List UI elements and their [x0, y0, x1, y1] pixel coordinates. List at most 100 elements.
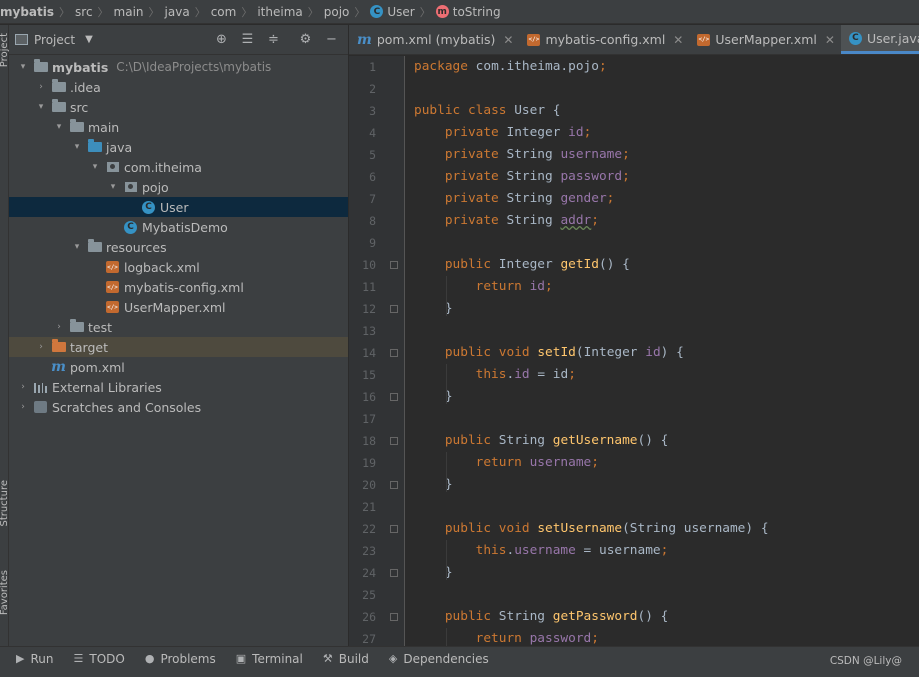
code-line[interactable]: private Integer id;: [414, 122, 919, 144]
close-icon[interactable]: ✕: [673, 33, 683, 47]
dependencies-tool-button[interactable]: ◈ Dependencies: [379, 647, 499, 671]
breadcrumb-item-mybatis[interactable]: mybatis: [0, 0, 54, 23]
fold-marker-icon[interactable]: [390, 349, 398, 357]
chevron-right-icon[interactable]: ›: [17, 402, 29, 412]
tree-item-resources[interactable]: ▾ resources: [9, 237, 348, 257]
tree-item-target[interactable]: › target: [9, 337, 348, 357]
close-icon[interactable]: ✕: [825, 33, 835, 47]
breadcrumb-item-com[interactable]: com: [211, 0, 237, 23]
fold-marker-icon[interactable]: [390, 437, 398, 445]
tree-item-logback[interactable]: </> logback.xml: [9, 257, 348, 277]
code-line[interactable]: public String getUsername() {: [414, 430, 919, 452]
chevron-right-icon[interactable]: ›: [35, 82, 47, 92]
code-line[interactable]: public void setUsername(String username)…: [414, 518, 919, 540]
gear-icon[interactable]: ⚙: [297, 31, 314, 48]
tree-item-scratches[interactable]: › Scratches and Consoles: [9, 397, 348, 417]
tab-pom-xml[interactable]: m pom.xml (mybatis) ✕: [349, 25, 519, 54]
code-line[interactable]: public void setId(Integer id) {: [414, 342, 919, 364]
fold-marker-icon[interactable]: [390, 305, 398, 313]
tree-item-pom[interactable]: m pom.xml: [9, 357, 348, 377]
tree-item-idea[interactable]: › .idea: [9, 77, 348, 97]
code-line[interactable]: [414, 320, 919, 342]
code-line[interactable]: this.username = username;: [414, 540, 919, 562]
code-line[interactable]: return password;: [414, 628, 919, 646]
code-line[interactable]: [414, 496, 919, 518]
tree-item-external-libraries[interactable]: › External Libraries: [9, 377, 348, 397]
hide-icon[interactable]: −: [323, 31, 340, 48]
code-area[interactable]: package com.itheima.pojo; public class Us…: [414, 56, 919, 646]
class-icon: C: [370, 5, 384, 18]
code-line[interactable]: }: [414, 386, 919, 408]
breadcrumb-item-tostring[interactable]: m toString: [435, 0, 501, 23]
build-tool-button[interactable]: ⚒ Build: [313, 647, 379, 671]
code-line[interactable]: private String addr;: [414, 210, 919, 232]
collapse-all-icon[interactable]: ≑: [265, 31, 282, 48]
code-line[interactable]: private String username;: [414, 144, 919, 166]
chevron-down-icon[interactable]: ▾: [71, 142, 83, 152]
xml-icon: </>: [105, 281, 120, 294]
breadcrumb-item-pojo[interactable]: pojo: [324, 0, 350, 23]
code-line[interactable]: private String gender;: [414, 188, 919, 210]
fold-marker-icon[interactable]: [390, 261, 398, 269]
tree-item-test[interactable]: › test: [9, 317, 348, 337]
tree-item-usermapper[interactable]: </> UserMapper.xml: [9, 297, 348, 317]
fold-marker-icon[interactable]: [390, 613, 398, 621]
chevron-right-icon[interactable]: ›: [17, 382, 29, 392]
code-line[interactable]: public class User {: [414, 100, 919, 122]
code-line[interactable]: return username;: [414, 452, 919, 474]
breadcrumb-item-user[interactable]: C User: [370, 0, 415, 23]
tree-item-java[interactable]: ▾ java: [9, 137, 348, 157]
tree-item-main[interactable]: ▾ main: [9, 117, 348, 137]
code-line[interactable]: [414, 584, 919, 606]
breadcrumb-item-main[interactable]: main: [114, 0, 144, 23]
chevron-down-icon[interactable]: ▾: [89, 162, 101, 172]
chevron-down-icon[interactable]: ▾: [53, 122, 65, 132]
tab-mybatis-config[interactable]: </> mybatis-config.xml ✕: [519, 25, 689, 54]
run-tool-button[interactable]: ▶ Run: [0, 647, 63, 671]
tree-item-src[interactable]: ▾ src: [9, 97, 348, 117]
code-editor[interactable]: 1 2 3 4 5 6 7 8 9 10 11 12 13 14 15 16 17 18 19 20 21 22 23 24 2…: [349, 56, 919, 646]
todo-tool-button[interactable]: ☰ TODO: [63, 647, 134, 671]
code-line[interactable]: }: [414, 562, 919, 584]
chevron-down-icon[interactable]: ▾: [107, 182, 119, 192]
tree-item-com-itheima[interactable]: ▾ com.itheima: [9, 157, 348, 177]
tree-item-mybatisdemo[interactable]: C MybatisDemo: [9, 217, 348, 237]
chevron-right-icon[interactable]: ›: [35, 342, 47, 352]
expand-all-icon[interactable]: ☰: [239, 31, 256, 48]
tab-usermapper[interactable]: </> UserMapper.xml ✕: [689, 25, 841, 54]
code-line[interactable]: }: [414, 298, 919, 320]
chevron-right-icon[interactable]: ›: [53, 322, 65, 332]
chevron-down-icon[interactable]: ▾: [71, 242, 83, 252]
code-line[interactable]: this.id = id;: [414, 364, 919, 386]
tab-user-java[interactable]: C User.java ✕: [840, 25, 919, 54]
fold-marker-icon[interactable]: [390, 525, 398, 533]
project-panel-title: Project: [34, 32, 76, 47]
fold-marker-icon[interactable]: [390, 569, 398, 577]
breadcrumb-item-src[interactable]: src: [75, 0, 93, 23]
code-line[interactable]: [414, 408, 919, 430]
code-line[interactable]: package com.itheima.pojo;: [414, 56, 919, 78]
code-line[interactable]: public Integer getId() {: [414, 254, 919, 276]
chevron-down-icon[interactable]: ▾: [17, 62, 29, 72]
code-line[interactable]: [414, 78, 919, 100]
problems-tool-button[interactable]: ● Problems: [135, 647, 226, 671]
code-line[interactable]: public String getPassword() {: [414, 606, 919, 628]
tree-item-mybatis-config[interactable]: </> mybatis-config.xml: [9, 277, 348, 297]
code-line[interactable]: }: [414, 474, 919, 496]
project-view-selector[interactable]: Project ▼: [15, 33, 93, 47]
close-icon[interactable]: ✕: [503, 33, 513, 47]
terminal-tool-button[interactable]: ▣ Terminal: [226, 647, 313, 671]
chevron-down-icon[interactable]: ▾: [35, 102, 47, 112]
code-line[interactable]: private String password;: [414, 166, 919, 188]
tree-item-pojo[interactable]: ▾ pojo: [9, 177, 348, 197]
code-line[interactable]: return id;: [414, 276, 919, 298]
fold-marker-icon[interactable]: [390, 481, 398, 489]
breadcrumb-item-itheima[interactable]: itheima: [257, 0, 302, 23]
breadcrumb-item-java[interactable]: java: [165, 0, 190, 23]
tree-item-mybatis[interactable]: ▾ mybatis C:\D\IdeaProjects\mybatis: [9, 57, 348, 77]
fold-marker-icon[interactable]: [390, 393, 398, 401]
locate-icon[interactable]: ⊕: [213, 31, 230, 48]
code-line[interactable]: [414, 232, 919, 254]
tree-item-user[interactable]: C User: [9, 197, 348, 217]
tab-label: pom.xml (mybatis): [376, 32, 496, 47]
